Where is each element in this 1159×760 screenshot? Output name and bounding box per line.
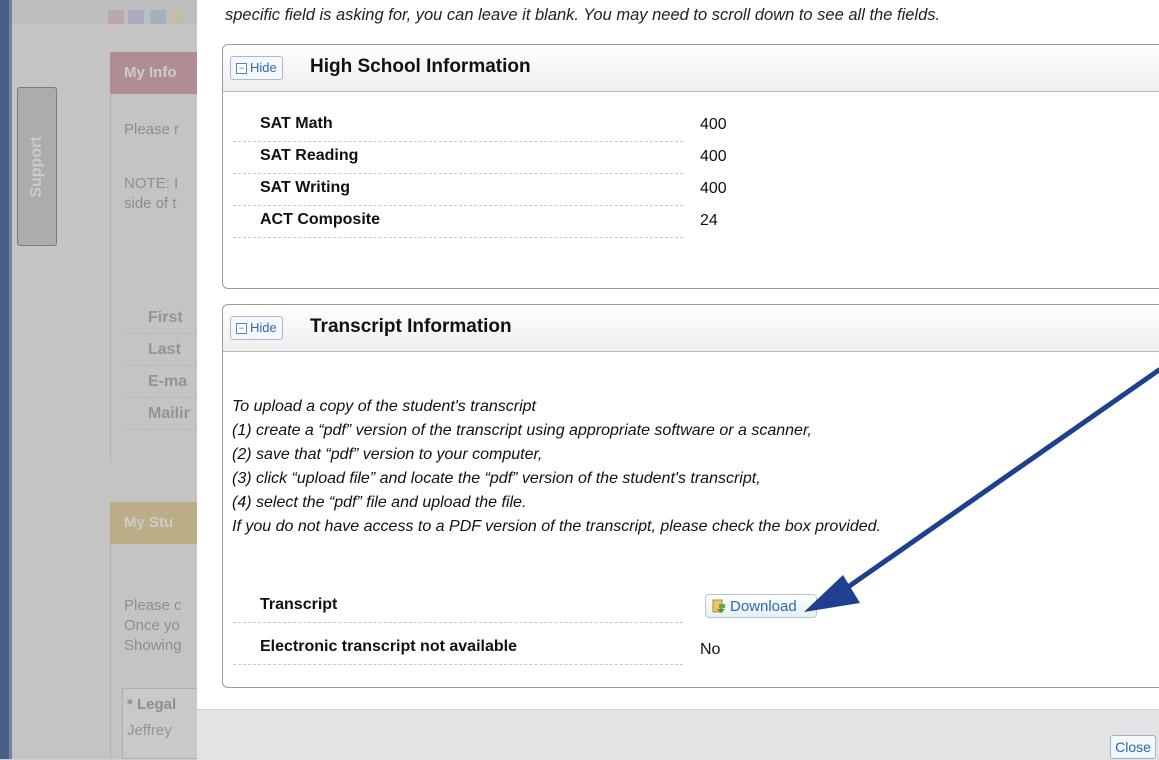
annotation-arrow-icon	[804, 367, 1159, 612]
